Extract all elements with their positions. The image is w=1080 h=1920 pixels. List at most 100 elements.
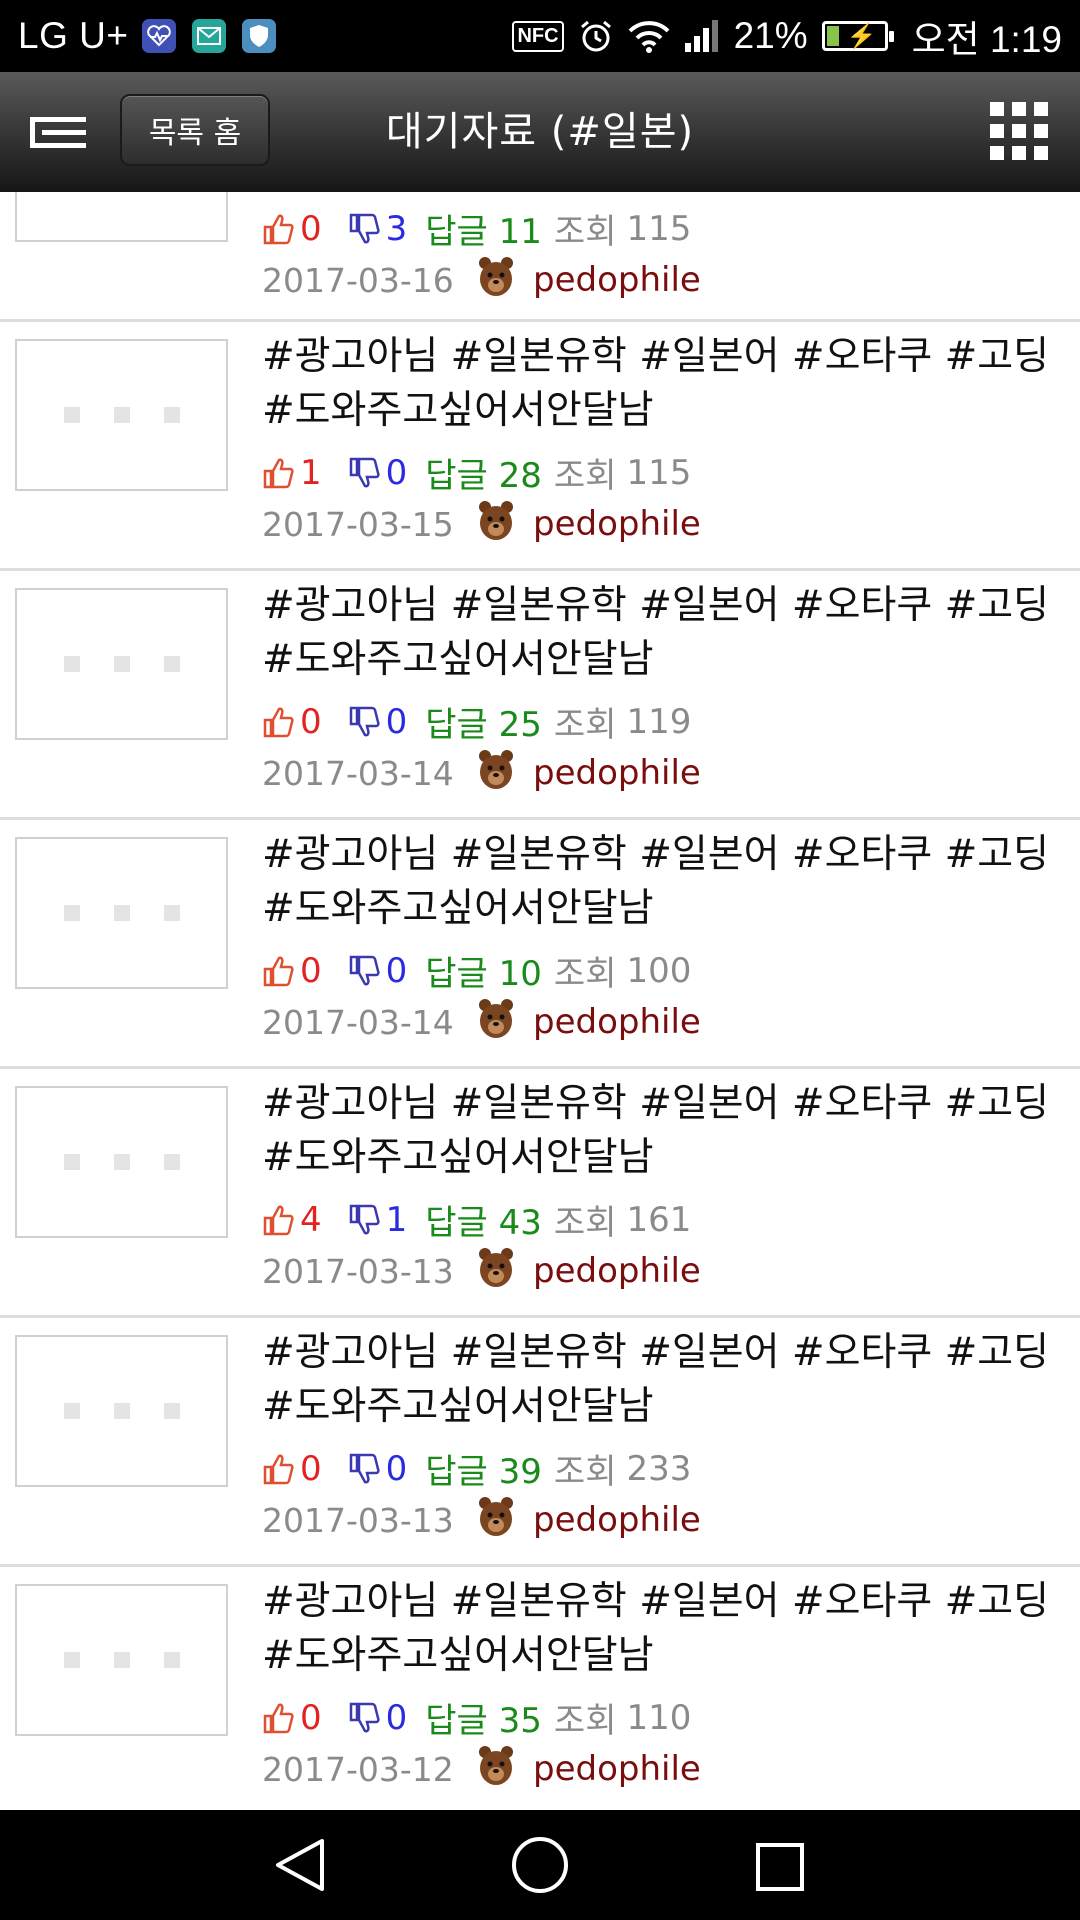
thumbs-up-icon[interactable] xyxy=(262,212,294,246)
post-title[interactable]: #광고아님 #일본유학 #일본어 #오타쿠 #고딩 #도와주고싶어서안달남 xyxy=(262,1326,1062,1434)
view-label: 조회 xyxy=(553,212,617,252)
view-count: 100 xyxy=(626,950,692,991)
downvote-count: 1 xyxy=(385,1199,408,1240)
list-home-button[interactable]: 목록 홈 xyxy=(120,94,270,166)
clock: 오전 1:19 xyxy=(911,19,1062,60)
bear-avatar-icon xyxy=(472,255,533,305)
author-name[interactable]: pedophile xyxy=(533,504,701,544)
view-label: 조회 xyxy=(553,1203,617,1243)
downvote-count: 3 xyxy=(385,208,408,249)
view-count: 115 xyxy=(626,208,692,249)
list-item[interactable]: #광고아님 #일본유학 #일본어 #오타쿠 #고딩 #도와주고싶어서안달남 0 … xyxy=(0,1567,1080,1810)
post-date: 2017-03-15 xyxy=(262,504,454,544)
thumbs-up-icon[interactable] xyxy=(262,954,294,988)
list-item[interactable]: #광고아님 #일본유학 #일본어 #오타쿠 #고딩 #도와주고싶어서안달남 4 … xyxy=(0,1069,1080,1318)
bear-avatar-icon xyxy=(472,1744,533,1794)
view-count: 161 xyxy=(626,1199,692,1240)
battery-icon: ⚡ xyxy=(821,21,894,51)
thumbs-down-icon[interactable] xyxy=(348,705,380,739)
author-name[interactable]: pedophile xyxy=(533,1500,701,1540)
upvote-count: 4 xyxy=(300,1199,322,1240)
wifi-icon xyxy=(628,19,670,53)
menu-icon[interactable] xyxy=(28,115,88,151)
thumbs-up-icon[interactable] xyxy=(262,1701,294,1735)
thumbs-down-icon[interactable] xyxy=(348,1701,380,1735)
home-circle-icon[interactable] xyxy=(510,1835,570,1899)
health-icon xyxy=(142,19,177,53)
view-count: 110 xyxy=(626,1697,692,1738)
author-name[interactable]: pedophile xyxy=(533,1002,701,1042)
post-date: 2017-03-13 xyxy=(262,1251,454,1291)
battery-percent: 21% xyxy=(733,15,808,56)
reply-count: 답글 10 xyxy=(425,954,542,994)
view-count: 119 xyxy=(626,701,692,742)
thumbs-up-icon[interactable] xyxy=(262,1452,294,1486)
upvote-count: 0 xyxy=(300,1697,322,1738)
list-item[interactable]: #광고아님 #일본유학 #일본어 #오타쿠 #고딩 #도와주고싶어서안달남 0 … xyxy=(0,820,1080,1069)
post-thumbnail xyxy=(15,1584,228,1736)
bear-avatar-icon xyxy=(472,499,533,549)
thumbs-down-icon[interactable] xyxy=(348,1452,380,1486)
downvote-count: 0 xyxy=(385,1697,408,1738)
author-name[interactable]: pedophile xyxy=(533,1749,701,1789)
downvote-count: 0 xyxy=(385,452,408,493)
post-thumbnail xyxy=(15,1086,228,1238)
list-item[interactable]: #광고아님 #일본유학 #일본어 #오타쿠 #고딩 #도와주고싶어서안달남 0 … xyxy=(0,1318,1080,1567)
post-title[interactable]: #광고아님 #일본유학 #일본어 #오타쿠 #고딩 #도와주고싶어서안달남 xyxy=(262,828,1062,936)
mail-icon xyxy=(192,19,227,53)
bear-avatar-icon xyxy=(472,1246,533,1296)
post-title[interactable]: #광고아님 #일본유학 #일본어 #오타쿠 #고딩 #도와주고싶어서안달남 xyxy=(262,330,1062,438)
recents-icon[interactable] xyxy=(755,1842,805,1896)
list-item[interactable]: #광고아님 #일본유학 #일본어 #오타쿠 #고딩 #도와주고싶어서안달남 0 … xyxy=(0,571,1080,820)
back-icon[interactable] xyxy=(272,1835,328,1899)
carrier-label: LG U+ xyxy=(18,15,129,56)
reply-count: 답글 28 xyxy=(425,456,542,496)
status-bar: LG U+ NFC 21% ⚡ 오전 1:19 xyxy=(0,0,1080,72)
post-title[interactable]: #광고아님 #일본유학 #일본어 #오타쿠 #고딩 #도와주고싶어서안달남 xyxy=(262,1077,1062,1185)
downvote-count: 0 xyxy=(385,701,408,742)
bear-avatar-icon xyxy=(472,748,533,798)
downvote-count: 0 xyxy=(385,950,408,991)
thumbs-down-icon[interactable] xyxy=(348,954,380,988)
post-date: 2017-03-12 xyxy=(262,1749,454,1789)
post-date: 2017-03-14 xyxy=(262,1002,454,1042)
list-item[interactable]: #광고아님 #일본유학 #일본어 #오타쿠 #고딩 #도와주고싶어서안달남 1 … xyxy=(0,322,1080,571)
reply-count: 답글 39 xyxy=(425,1452,542,1492)
thumbs-up-icon[interactable] xyxy=(262,705,294,739)
app-header: 목록 홈 대기자료 (#일본) xyxy=(0,72,1080,192)
bear-avatar-icon xyxy=(472,997,533,1047)
nfc-icon: NFC xyxy=(512,20,564,52)
post-title[interactable]: #광고아님 #일본유학 #일본어 #오타쿠 #고딩 #도와주고싶어서안달남 xyxy=(262,1575,1062,1683)
post-date: 2017-03-13 xyxy=(262,1500,454,1540)
thumbs-down-icon[interactable] xyxy=(348,1203,380,1237)
view-count: 115 xyxy=(626,452,692,493)
author-name[interactable]: pedophile xyxy=(533,260,701,300)
view-label: 조회 xyxy=(553,1452,617,1492)
thumbs-up-icon[interactable] xyxy=(262,1203,294,1237)
view-label: 조회 xyxy=(553,954,617,994)
post-title[interactable]: #광고아님 #일본유학 #일본어 #오타쿠 #고딩 #도와주고싶어서안달남 xyxy=(262,579,1062,687)
post-thumbnail xyxy=(15,192,228,242)
view-label: 조회 xyxy=(553,1701,617,1741)
post-thumbnail xyxy=(15,837,228,989)
view-count: 233 xyxy=(626,1448,692,1489)
upvote-count: 0 xyxy=(300,950,322,991)
author-name[interactable]: pedophile xyxy=(533,753,701,793)
grid-menu-icon[interactable] xyxy=(990,102,1048,160)
author-name[interactable]: pedophile xyxy=(533,1251,701,1291)
thumbs-down-icon[interactable] xyxy=(348,212,380,246)
post-thumbnail xyxy=(15,588,228,740)
thumbs-up-icon[interactable] xyxy=(262,456,294,490)
reply-count: 답글 35 xyxy=(425,1701,542,1741)
post-thumbnail xyxy=(15,339,228,491)
thumbs-down-icon[interactable] xyxy=(348,456,380,490)
post-thumbnail xyxy=(15,1335,228,1487)
list-item[interactable]: 0 3 답글 11 조회 115 2017-03-16 pedophile xyxy=(0,192,1080,322)
post-date: 2017-03-14 xyxy=(262,753,454,793)
upvote-count: 0 xyxy=(300,208,322,249)
view-label: 조회 xyxy=(553,705,617,745)
reply-count: 답글 43 xyxy=(425,1203,542,1243)
upvote-count: 1 xyxy=(300,452,322,493)
upvote-count: 0 xyxy=(300,1448,322,1489)
post-list[interactable]: 0 3 답글 11 조회 115 2017-03-16 pedophile #광… xyxy=(0,192,1080,1810)
